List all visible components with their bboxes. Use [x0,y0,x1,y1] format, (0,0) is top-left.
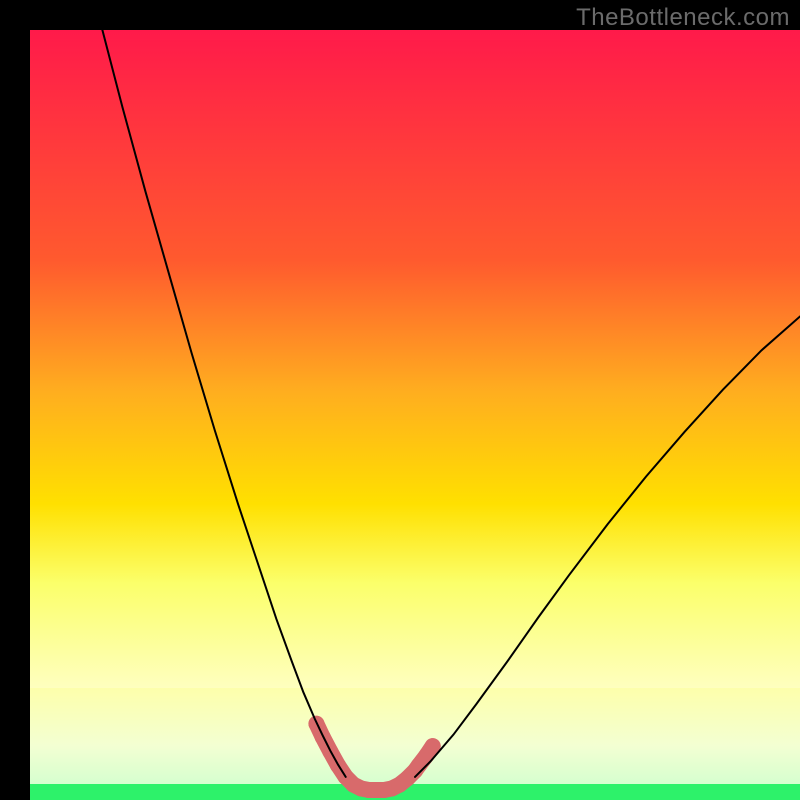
bottleneck-chart [0,0,800,800]
chart-frame: TheBottleneck.com [0,0,800,800]
watermark-label: TheBottleneck.com [576,4,790,32]
gradient-bg [30,30,800,688]
green-band [30,784,800,800]
